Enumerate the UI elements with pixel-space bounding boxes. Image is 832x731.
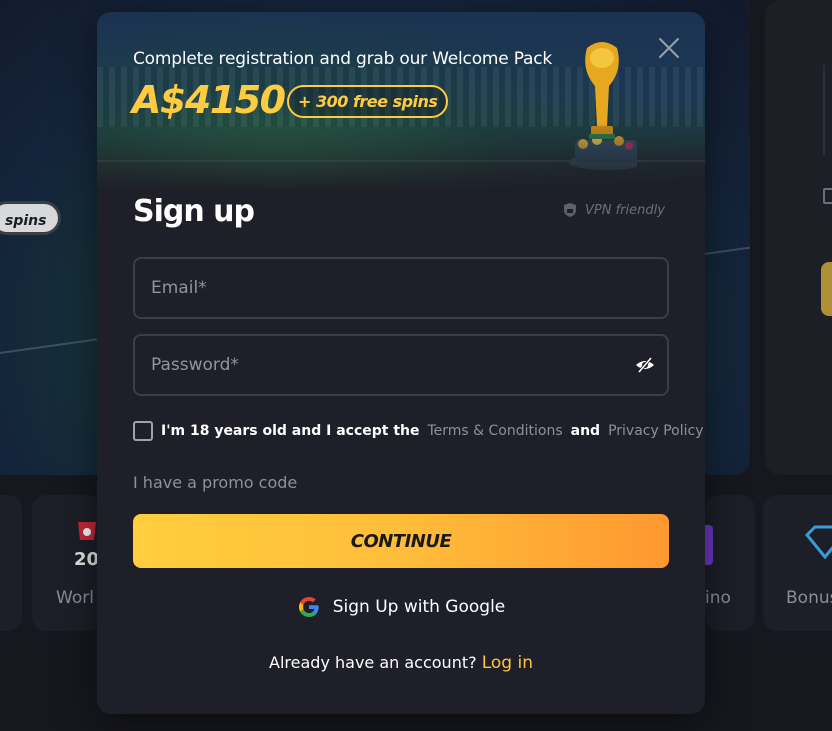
background-card-casino [705,495,755,631]
terms-link[interactable]: Terms & Conditions [427,423,562,439]
background-card-world: 20 [32,495,102,631]
close-icon[interactable] [657,36,681,60]
free-spins-badge: + 300 free spins [287,85,449,118]
vpn-label: VPN friendly [585,202,665,218]
google-icon [298,597,319,617]
login-link[interactable]: Log in [482,653,533,673]
terms-row: I'm 18 years old and I accept the Terms … [133,421,704,441]
login-row: Already have an account? Log in [97,653,705,673]
background-card-label: Worl [56,588,94,608]
diamond-icon [804,525,832,560]
terms-and: and [570,423,601,439]
promo-code-link[interactable]: I have a promo code [133,473,297,492]
continue-button[interactable]: CONTINUE [133,514,669,568]
background-card-label: Bonus [786,588,832,608]
background-card-bonus [763,495,832,631]
email-field[interactable] [133,257,669,319]
welcome-amount: A$4150 [132,78,286,122]
background-divider [823,65,832,155]
background-card-label: ino [705,588,731,608]
login-prompt: Already have an account? [269,653,477,672]
background-spins-pill: spins [0,201,62,235]
terms-checkbox[interactable] [133,421,153,441]
signup-modal: Complete registration and grab our Welco… [97,12,705,714]
password-field[interactable] [133,334,669,396]
background-checkbox [823,188,832,204]
google-signup-label: Sign Up with Google [332,597,506,617]
privacy-link[interactable]: Privacy Policy [608,423,703,439]
hero-fade [97,122,705,192]
casino-icon [705,525,713,565]
background-card [0,495,22,631]
password-input[interactable] [135,336,667,394]
eye-off-icon[interactable] [635,355,655,375]
hero-banner: Complete registration and grab our Welco… [97,12,705,192]
background-button [821,262,832,316]
vpn-badge: VPN friendly [563,202,665,218]
google-signup-button[interactable]: Sign Up with Google [97,595,705,619]
page-title: Sign up [133,194,255,229]
shield-icon [564,203,576,217]
hero-subtitle: Complete registration and grab our Welco… [133,49,553,69]
svg-text:20: 20 [74,549,99,570]
email-input[interactable] [135,259,667,317]
terms-text: I'm 18 years old and I accept the [161,423,420,439]
background-right-panel [765,0,832,475]
